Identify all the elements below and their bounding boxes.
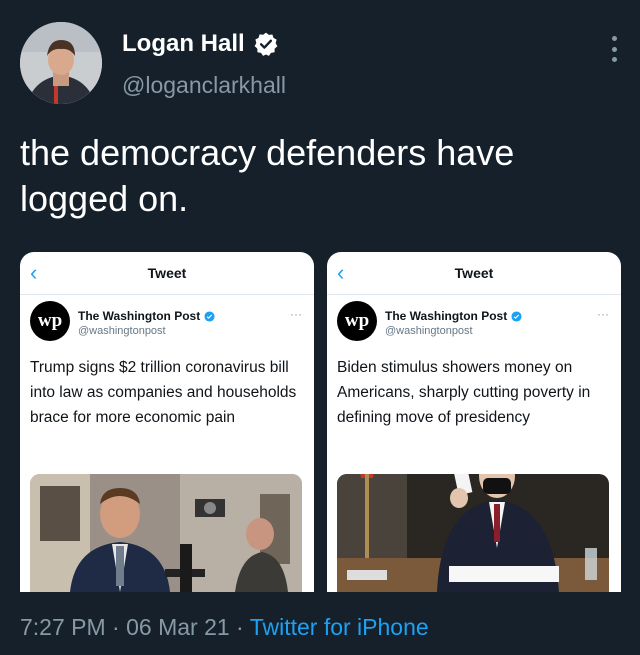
screenshot-more-icon: ···: [597, 307, 609, 321]
screenshot-author: wp The Washington Post @washingtonpost ·…: [20, 295, 314, 355]
tweet-date[interactable]: 06 Mar 21: [126, 614, 230, 640]
avatar[interactable]: [20, 22, 102, 104]
screenshot-author: wp The Washington Post @washingtonpost ·…: [327, 295, 621, 355]
screenshot-header-title: Tweet: [454, 265, 494, 281]
screenshot-author-name-text: The Washington Post: [385, 309, 508, 323]
screenshot-author-handle: @washingtonpost: [78, 325, 166, 337]
more-dot: [611, 46, 617, 52]
verified-badge-icon: [204, 310, 215, 322]
tweet-metadata: 7:27 PM · 06 Mar 21 · Twitter for iPhone: [20, 614, 429, 641]
news-photo-image: [30, 474, 302, 592]
avatar-image: [20, 22, 102, 104]
news-photo: [337, 474, 609, 592]
screenshot-author-handle: @washingtonpost: [385, 325, 473, 337]
screenshot-more-icon: ···: [290, 307, 302, 321]
attached-image-1[interactable]: ‹ Tweet wp The Washington Post @washingt…: [20, 252, 314, 592]
screenshot-headline: Biden stimulus showers money on American…: [337, 359, 591, 426]
screenshot-header-title: Tweet: [147, 265, 187, 281]
author-name-row[interactable]: Logan Hall: [122, 30, 279, 58]
tweet-text: the democracy defenders have logged on.: [20, 132, 515, 219]
washington-post-logo: wp: [337, 301, 377, 341]
verified-badge-icon: [511, 310, 522, 322]
news-photo: [30, 474, 302, 592]
more-dot: [611, 36, 617, 41]
screenshot-author-name-text: The Washington Post: [78, 309, 201, 323]
author-handle[interactable]: @loganclarkhall: [122, 72, 286, 99]
more-dot: [611, 57, 617, 62]
news-photo-image: [337, 474, 609, 592]
screenshot-header: ‹ Tweet: [327, 252, 621, 295]
tweet-time[interactable]: 7:27 PM: [20, 614, 106, 640]
screenshot-author-name: The Washington Post: [385, 309, 522, 323]
screenshot-header: ‹ Tweet: [20, 252, 314, 295]
screenshot-headline: Trump signs $2 trillion coronavirus bill…: [30, 359, 297, 426]
attached-image-2[interactable]: ‹ Tweet wp The Washington Post @washingt…: [327, 252, 621, 592]
meta-separator: ·: [229, 614, 250, 640]
verified-badge-icon: [254, 32, 278, 56]
tweet-source-link[interactable]: Twitter for iPhone: [250, 614, 429, 640]
meta-separator: ·: [105, 614, 127, 640]
author-display-name[interactable]: Logan Hall: [122, 30, 245, 58]
more-options-icon[interactable]: [610, 36, 618, 62]
washington-post-logo: wp: [30, 301, 70, 341]
screenshot-author-name: The Washington Post: [78, 309, 215, 323]
